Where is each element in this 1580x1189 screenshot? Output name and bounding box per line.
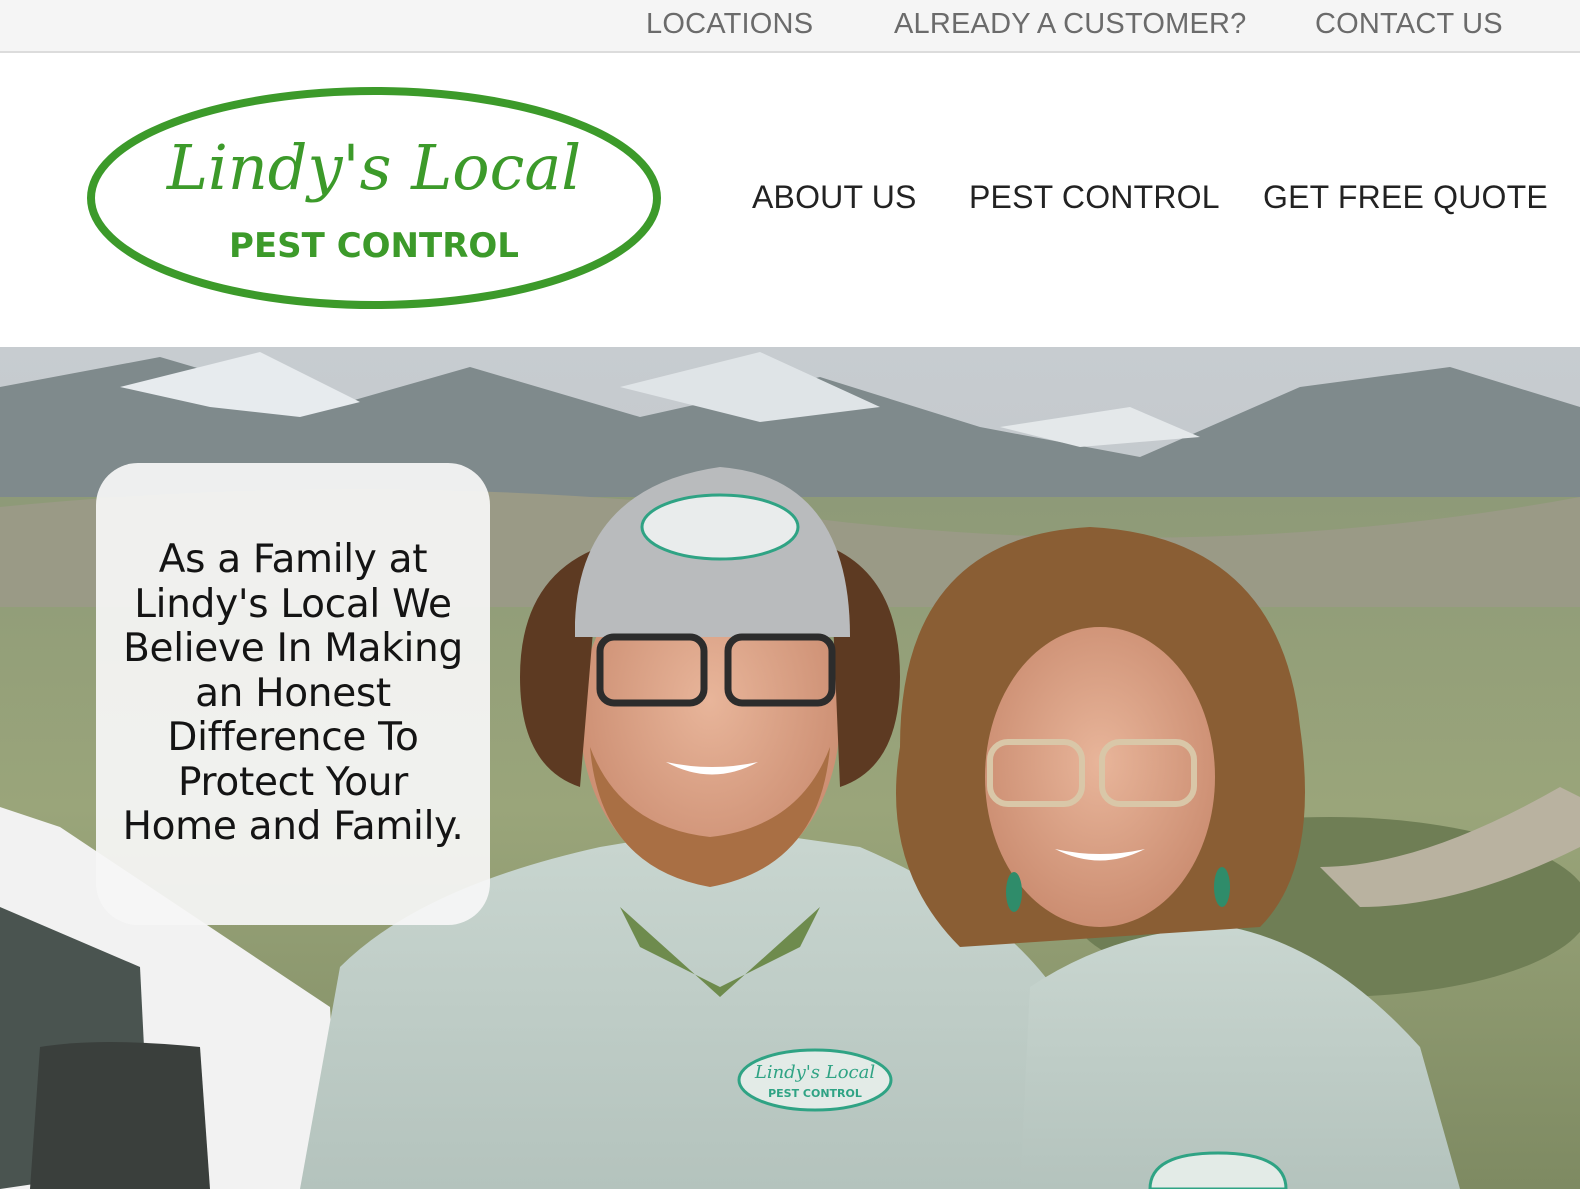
nav-get-free-quote[interactable]: GET FREE QUOTE — [1263, 179, 1548, 216]
lindys-local-logo[interactable]: Lindy's Local PEST CONTROL — [86, 85, 662, 311]
utility-bar: LOCATIONS ALREADY A CUSTOMER? CONTACT US — [0, 0, 1580, 53]
tagline-box: As a Family at Lindy's Local We Believe … — [96, 463, 490, 925]
nav-about-us[interactable]: ABOUT US — [752, 179, 917, 216]
logo-block-text: PEST CONTROL — [229, 226, 519, 266]
hero-tagline: As a Family at Lindy's Local We Believe … — [122, 537, 464, 850]
utility-link-locations[interactable]: LOCATIONS — [646, 8, 813, 41]
nav-pest-control[interactable]: PEST CONTROL — [969, 179, 1220, 216]
shirt-patch-script: Lindy's Local — [754, 1062, 876, 1083]
logo-script-text: Lindy's Local — [166, 131, 581, 204]
utility-link-already-a-customer[interactable]: ALREADY A CUSTOMER? — [894, 8, 1246, 41]
utility-link-contact-us[interactable]: CONTACT US — [1315, 8, 1503, 41]
site-header: Lindy's Local PEST CONTROL ABOUT US PEST… — [0, 55, 1580, 347]
shirt-patch-block: PEST CONTROL — [768, 1087, 862, 1100]
hero-section: Lindy's Local PEST CONTROL As a Family a… — [0, 347, 1580, 1189]
